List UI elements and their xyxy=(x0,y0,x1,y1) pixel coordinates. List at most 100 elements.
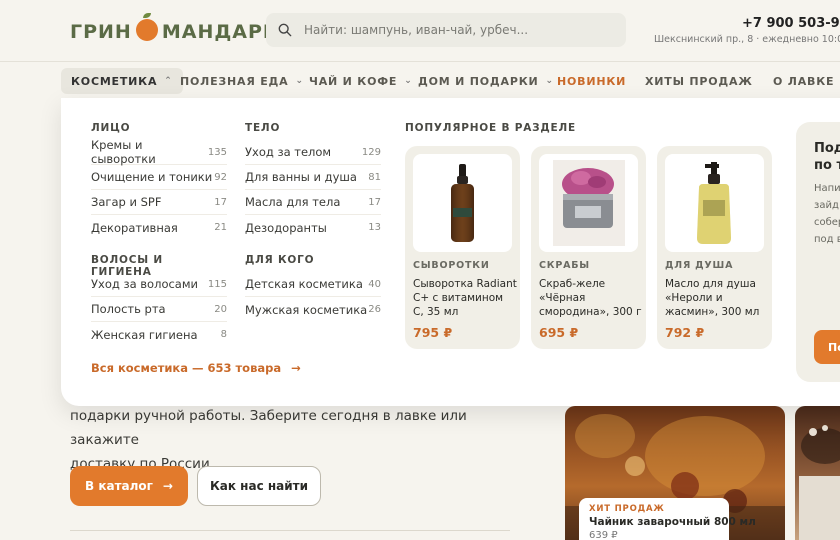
category-link[interactable]: Детская косметика 40 xyxy=(245,272,381,297)
product-card[interactable]: СЫВОРОТКИ Сыворотка Radiant C+ с витамин… xyxy=(405,146,520,349)
category-name: Кремы и сыворотки xyxy=(91,138,156,166)
category-name: Детская косметика xyxy=(245,277,363,291)
product-card[interactable]: ДЛЯ ДУША Масло для душа «Нероли и жасмин… xyxy=(657,146,772,349)
logo[interactable]: ГРИН МАНДАРИН xyxy=(70,13,297,46)
catalog-button[interactable]: В каталог → xyxy=(70,466,188,506)
category-count: 13 xyxy=(368,222,381,233)
nav-tea-coffee[interactable]: ЧАЙ И КОФЕ ⌄ xyxy=(309,68,413,94)
logo-text-left: ГРИН xyxy=(70,21,132,43)
product-photo[interactable] xyxy=(795,406,840,540)
find-us-button-label: Как нас найти xyxy=(209,479,309,493)
category-link[interactable]: Дезодоранты 13 xyxy=(245,215,381,240)
category-count: 92 xyxy=(214,171,227,183)
site-header: ГРИН МАНДАРИН +7 900 503-99-2 Шекснински… xyxy=(0,0,840,62)
product-category: СЫВОРОТКИ xyxy=(413,260,490,271)
category-link[interactable]: Уход за телом 129 xyxy=(245,140,381,165)
category-name: Дезодоранты xyxy=(245,220,327,235)
nav-healthy-food[interactable]: ПОЛЕЗНАЯ ЕДА ⌄ xyxy=(180,68,304,94)
category-link[interactable]: Декоративная 21 xyxy=(91,215,227,240)
chevron-up-icon: ⌃ xyxy=(164,76,173,86)
category-name: Для ванны и душа xyxy=(245,170,357,184)
promo-banner: Под по т Напи зайд собер под в По xyxy=(796,122,840,382)
category-count: 129 xyxy=(361,146,381,158)
nav-label: ПОЛЕЗНАЯ ЕДА xyxy=(180,74,289,88)
product-name: Сыворотка Radiant C+ с витамином C, 35 м… xyxy=(413,278,517,318)
category-count: 17 xyxy=(368,196,381,208)
category-count: 81 xyxy=(368,171,381,183)
category-count: 115 xyxy=(207,278,227,290)
category-count: 135 xyxy=(207,146,227,158)
category-count: 26 xyxy=(368,304,381,315)
nav-label: КОСМЕТИКА xyxy=(71,74,158,88)
nav-about[interactable]: О ЛАВКЕ xyxy=(773,68,834,94)
nav-new[interactable]: НОВИНКИ xyxy=(557,68,626,94)
category-link[interactable]: Очищение и тоники 92 xyxy=(91,165,227,190)
product-price: 795 ₽ xyxy=(413,325,453,340)
category-group-body: ТЕЛО Уход за телом 129 Для ванны и душа 81… xyxy=(245,122,381,240)
store-address: Шекснинский пр., 8 · ежедневно 10:00–20 xyxy=(654,34,840,45)
search-bar[interactable] xyxy=(266,13,626,47)
serum-bottle-icon xyxy=(451,164,474,242)
product-image xyxy=(799,425,840,540)
product-card[interactable]: СКРАБЫ Скраб-желе «Чёрная смородина», 30… xyxy=(531,146,646,349)
category-group-face: ЛИЦО Кремы и сыворотки 135 Очищение и тон… xyxy=(91,122,227,240)
category-count: 40 xyxy=(368,278,381,290)
all-cosmetics-label: Вся косметика — 653 товара xyxy=(91,361,282,375)
category-name: Загар и SPF xyxy=(91,195,162,209)
category-count: 8 xyxy=(220,329,227,340)
category-name: Полость рта xyxy=(91,302,166,316)
nav-label: НОВИНКИ xyxy=(557,74,627,88)
category-link[interactable]: Полость рта 20 xyxy=(91,297,227,322)
category-link[interactable]: Для ванны и душа 81 xyxy=(245,165,381,190)
shower-oil-bottle-icon xyxy=(697,162,731,244)
category-link[interactable]: Кремы и сыворотки 135 xyxy=(91,138,227,166)
category-count: 20 xyxy=(214,303,227,315)
category-group-for-whom: ДЛЯ КОГО Детская косметика 40 Мужская кос… xyxy=(245,254,381,322)
category-name: Масла для тела xyxy=(245,195,341,209)
product-category: ДЛЯ ДУША xyxy=(665,260,734,271)
nav-label: О ЛАВКЕ xyxy=(773,74,835,88)
product-price: 695 ₽ xyxy=(539,325,579,340)
group-title: ВОЛОСЫ И ГИГИЕНА xyxy=(91,254,164,278)
category-link[interactable]: Масла для тела 17 xyxy=(245,190,381,215)
group-title: ТЕЛО xyxy=(245,122,281,134)
category-name: Уход за телом xyxy=(245,145,332,159)
promo-button[interactable]: По xyxy=(814,330,840,364)
promo-title: Под по т xyxy=(814,141,840,173)
mandarin-logo-icon xyxy=(135,13,158,41)
category-name: Уход за волосами xyxy=(91,277,198,291)
bestseller-card[interactable]: ХИТ ПРОДАЖ Чайник заварочный 800 мл 639 … xyxy=(579,498,756,540)
group-title: ДЛЯ КОГО xyxy=(245,254,315,266)
divider xyxy=(70,530,510,531)
category-group-hair-hygiene: ВОЛОСЫ И ГИГИЕНА Уход за волосами 115 Пол… xyxy=(91,254,227,347)
category-link[interactable]: Женская гигиена 8 xyxy=(91,322,227,347)
product-name: Скраб-желе «Чёрная смородина», 300 г xyxy=(539,278,642,318)
search-icon xyxy=(278,23,292,37)
chevron-down-icon: ⌄ xyxy=(545,76,554,86)
scrub-jar-icon xyxy=(553,160,625,246)
find-us-button[interactable]: Как нас найти xyxy=(197,466,321,506)
bestseller-price: 639 ₽ xyxy=(589,530,618,540)
category-link[interactable]: Загар и SPF 17 xyxy=(91,190,227,215)
nav-label: ЧАЙ И КОФЕ xyxy=(309,74,398,88)
main-nav: КОСМЕТИКА ⌃ ПОЛЕЗНАЯ ЕДА ⌄ ЧАЙ И КОФЕ ⌄ … xyxy=(0,62,840,98)
nav-label: ДОМ И ПОДАРКИ xyxy=(418,74,539,88)
category-link[interactable]: Мужская косметика 26 xyxy=(245,297,381,322)
nav-cosmetics[interactable]: КОСМЕТИКА ⌃ xyxy=(61,68,183,94)
product-category: СКРАБЫ xyxy=(539,260,590,271)
hero-text-line: подарки ручной работы. Заберите сегодня … xyxy=(70,408,467,448)
all-cosmetics-link[interactable]: Вся косметика — 653 товара → xyxy=(91,361,301,375)
category-name: Декоративная xyxy=(91,220,178,235)
product-image xyxy=(539,154,638,252)
category-name: Мужская косметика xyxy=(245,302,368,317)
phone-link[interactable]: +7 900 503-99-2 xyxy=(742,16,840,31)
catalog-button-label: В каталог xyxy=(85,479,153,493)
search-input[interactable] xyxy=(304,23,604,37)
nav-bestsellers[interactable]: ХИТЫ ПРОДАЖ xyxy=(645,68,753,94)
category-count: 21 xyxy=(214,222,227,233)
bestseller-name: Чайник заварочный 800 мл xyxy=(589,516,756,528)
group-title: ЛИЦО xyxy=(91,122,131,134)
bestseller-badge: ХИТ ПРОДАЖ xyxy=(589,504,665,514)
promo-text: Напи зайд собер под в xyxy=(814,183,840,245)
nav-home-gifts[interactable]: ДОМ И ПОДАРКИ ⌄ xyxy=(418,68,554,94)
